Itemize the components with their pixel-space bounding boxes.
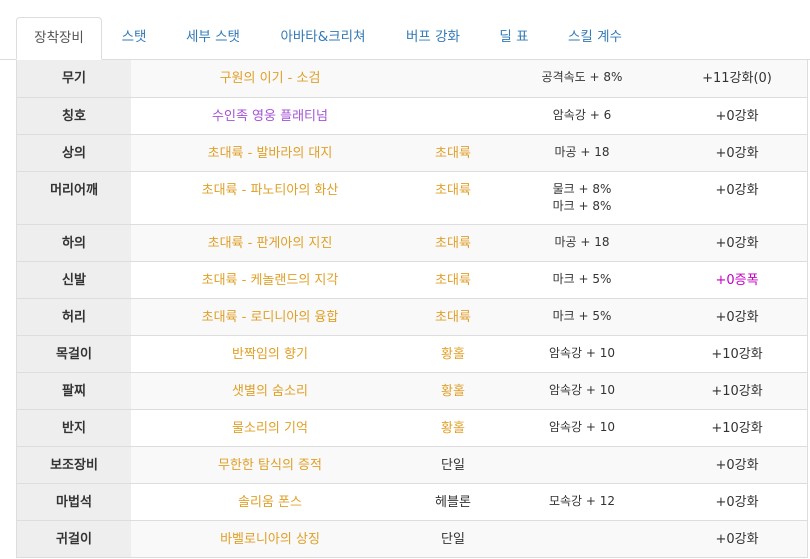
- item-options: 모속강 + 12: [497, 484, 667, 520]
- enhance-level: +0강화: [715, 495, 759, 510]
- enhance-level: +0강화: [715, 146, 759, 161]
- slot-label: 상의: [17, 135, 131, 171]
- item-name: 바벨로니아의 상징: [220, 532, 320, 547]
- enhance-level: +10강화: [711, 384, 763, 399]
- table-row-title: 칭호 수인족 영웅 플래티넘 암속강 + 6 +0강화: [17, 97, 807, 134]
- table-row-magic-stone: 마법석 솔리움 폰스 헤블론 모속강 + 12 +0강화: [17, 483, 807, 520]
- tab-stats[interactable]: 스탯: [104, 17, 164, 60]
- enhance-level: +0강화: [715, 532, 759, 547]
- option-line: 모속강 + 12: [548, 494, 616, 508]
- item-name: 무한한 탐식의 증적: [218, 458, 322, 473]
- item-name: 초대륙 - 케놀랜드의 지각: [201, 273, 339, 288]
- slot-label: 허리: [17, 299, 131, 335]
- slot-label: 보조장비: [17, 447, 131, 483]
- item-options: 마공 + 18: [497, 135, 667, 171]
- enhance-level: +10강화: [711, 347, 763, 362]
- table-row-weapon: 무기 구원의 이기 - 소검 공격속도 + 8% +11강화(0): [17, 60, 807, 97]
- item-options: 암속강 + 10: [497, 336, 667, 372]
- item-options: 암속강 + 10: [497, 410, 667, 446]
- enhance-level: +0강화: [715, 183, 759, 198]
- option-line: 암속강 + 10: [548, 346, 616, 360]
- slot-label: 칭호: [17, 98, 131, 134]
- item-name: 솔리움 폰스: [238, 495, 302, 510]
- item-name: 초대륙 - 파노티아의 화산: [201, 183, 339, 198]
- item-name: 반짝임의 향기: [232, 347, 308, 362]
- option-line: 마크 + 5%: [552, 272, 612, 286]
- tab-bar: 장착장비 스탯 세부 스탯 아바타&크리쳐 버프 강화 딜 표 스킬 계수: [0, 0, 810, 60]
- tab-equipment[interactable]: 장착장비: [16, 17, 102, 60]
- table-row-earring: 귀걸이 바벨로니아의 상징 단일 +0강화: [17, 520, 807, 557]
- option-line: 마공 + 18: [554, 235, 610, 249]
- slot-label: 하의: [17, 225, 131, 261]
- set-name: [409, 98, 497, 134]
- set-name: 헤블론: [435, 495, 471, 510]
- option-line: 암속강 + 10: [548, 383, 616, 397]
- set-name: 초대륙: [435, 236, 471, 251]
- enhance-level: +0강화: [715, 458, 759, 473]
- item-options: 암속강 + 10: [497, 373, 667, 409]
- set-name: 초대륙: [435, 183, 471, 198]
- set-name: 단일: [441, 458, 465, 473]
- set-name: 초대륙: [435, 146, 471, 161]
- option-line: 물크 + 8%: [552, 182, 612, 196]
- table-row-bottom: 하의 초대륙 - 판게아의 지진 초대륙 마공 + 18 +0강화: [17, 224, 807, 261]
- slot-label: 팔찌: [17, 373, 131, 409]
- item-options: 암속강 + 6: [497, 98, 667, 134]
- option-line: 암속강 + 10: [548, 420, 616, 434]
- enhance-level: +0강화: [715, 236, 759, 251]
- tab-detail-stats[interactable]: 세부 스탯: [166, 17, 260, 60]
- table-row-shoulder: 머리어깨 초대륙 - 파노티아의 화산 초대륙 물크 + 8% 마크 + 8% …: [17, 171, 807, 224]
- table-row-bracelet: 팔찌 샛별의 숨소리 황홀 암속강 + 10 +10강화: [17, 372, 807, 409]
- item-name: 초대륙 - 로디니아의 융합: [201, 310, 339, 325]
- slot-label: 마법석: [17, 484, 131, 520]
- tab-buff-enhance[interactable]: 버프 강화: [386, 17, 480, 60]
- item-name: 초대륙 - 판게아의 지진: [207, 236, 333, 251]
- equipment-table: 무기 구원의 이기 - 소검 공격속도 + 8% +11강화(0) 칭호 수인족…: [16, 60, 808, 558]
- table-row-support: 보조장비 무한한 탐식의 증적 단일 +0강화: [17, 446, 807, 483]
- option-line: 암속강 + 6: [552, 108, 612, 122]
- slot-label: 신발: [17, 262, 131, 298]
- table-row-necklace: 목걸이 반짝임의 향기 황홀 암속강 + 10 +10강화: [17, 335, 807, 372]
- set-name: 황홀: [441, 384, 465, 399]
- set-name: 황홀: [441, 421, 465, 436]
- item-options: 마크 + 5%: [497, 262, 667, 298]
- enhance-level: +11강화(0): [702, 71, 772, 86]
- item-name: 샛별의 숨소리: [232, 384, 308, 399]
- option-line: 마크 + 5%: [552, 309, 612, 323]
- option-line: 공격속도 + 8%: [541, 70, 623, 84]
- tab-skill-coefficient[interactable]: 스킬 계수: [548, 17, 642, 60]
- tab-damage-table[interactable]: 딜 표: [482, 17, 546, 60]
- item-options: 물크 + 8% 마크 + 8%: [497, 172, 667, 224]
- set-name: 황홀: [441, 347, 465, 362]
- table-row-ring: 반지 물소리의 기억 황홀 암속강 + 10 +10강화: [17, 409, 807, 446]
- enhance-level: +0강화: [715, 109, 759, 124]
- set-name: 단일: [441, 532, 465, 547]
- item-name: 수인족 영웅 플래티넘: [212, 109, 328, 124]
- item-options: [497, 447, 667, 483]
- enhance-level: +10강화: [711, 421, 763, 436]
- item-options: [497, 521, 667, 557]
- table-row-belt: 허리 초대륙 - 로디니아의 융합 초대륙 마크 + 5% +0강화: [17, 298, 807, 335]
- tab-avatar-creature[interactable]: 아바타&크리쳐: [262, 17, 384, 60]
- set-name: 초대륙: [435, 310, 471, 325]
- slot-label: 무기: [17, 60, 131, 97]
- item-options: 마공 + 18: [497, 225, 667, 261]
- table-row-shoes: 신발 초대륙 - 케놀랜드의 지각 초대륙 마크 + 5% +0증폭: [17, 261, 807, 298]
- option-line: 마공 + 18: [554, 145, 610, 159]
- item-options: 마크 + 5%: [497, 299, 667, 335]
- slot-label: 반지: [17, 410, 131, 446]
- slot-label: 머리어깨: [17, 172, 131, 224]
- option-line: 마크 + 8%: [552, 199, 612, 213]
- item-name: 구원의 이기 - 소검: [219, 71, 321, 86]
- item-name: 물소리의 기억: [232, 421, 308, 436]
- slot-label: 목걸이: [17, 336, 131, 372]
- item-name: 초대륙 - 발바라의 대지: [207, 146, 333, 161]
- slot-label: 귀걸이: [17, 521, 131, 557]
- table-row-top: 상의 초대륙 - 발바라의 대지 초대륙 마공 + 18 +0강화: [17, 134, 807, 171]
- set-name: [409, 60, 497, 97]
- amplify-level: +0증폭: [715, 273, 759, 288]
- item-options: 공격속도 + 8%: [497, 60, 667, 97]
- enhance-level: +0강화: [715, 310, 759, 325]
- set-name: 초대륙: [435, 273, 471, 288]
